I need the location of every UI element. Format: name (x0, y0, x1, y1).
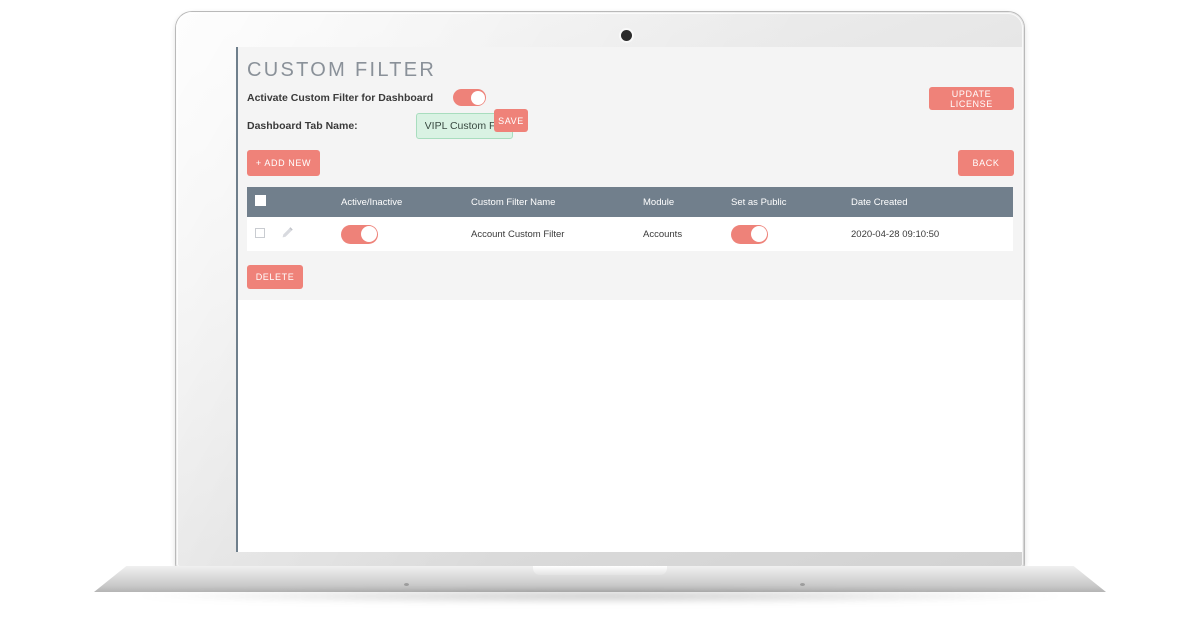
delete-button[interactable]: DELETE (247, 265, 303, 289)
toggle-knob (470, 90, 485, 105)
column-header-edit (281, 187, 341, 217)
save-button[interactable]: SAVE (494, 109, 528, 132)
column-header-created[interactable]: Date Created (851, 187, 1013, 217)
column-header-select (247, 187, 281, 217)
row-checkbox[interactable] (255, 227, 265, 238)
row-public-cell (731, 217, 851, 251)
laptop-mockup: CUSTOM FILTER Activate Custom Filter for… (0, 0, 1200, 630)
dashboard-tab-name-row: Dashboard Tab Name: (247, 113, 513, 139)
column-header-module[interactable]: Module (643, 187, 731, 217)
activate-filter-row: Activate Custom Filter for Dashboard (247, 89, 487, 106)
pencil-icon[interactable] (281, 226, 294, 242)
row-select-cell (247, 217, 281, 251)
laptop-base-foot (800, 583, 805, 586)
add-new-button[interactable]: + ADD NEW (247, 150, 320, 176)
column-header-active[interactable]: Active/Inactive (341, 187, 471, 217)
toggle-knob (750, 226, 767, 242)
activate-filter-label: Activate Custom Filter for Dashboard (247, 91, 434, 104)
table-body: Account Custom Filter Accounts 2020-04-2… (247, 217, 1013, 251)
row-public-toggle[interactable] (731, 224, 768, 244)
dashboard-tab-name-label: Dashboard Tab Name: (247, 120, 358, 132)
custom-filters-table: Active/Inactive Custom Filter Name Modul… (247, 187, 1013, 251)
activate-filter-toggle[interactable] (453, 89, 487, 106)
back-button[interactable]: BACK (958, 150, 1014, 176)
page-title: CUSTOM FILTER (247, 59, 437, 81)
table-row[interactable]: Account Custom Filter Accounts 2020-04-2… (247, 217, 1013, 251)
row-filter-name: Account Custom Filter (471, 217, 643, 251)
row-active-cell (341, 217, 471, 251)
column-header-public[interactable]: Set as Public (731, 187, 851, 217)
row-date-created: 2020-04-28 09:10:50 (851, 217, 1013, 251)
table-header-row: Active/Inactive Custom Filter Name Modul… (247, 187, 1013, 217)
row-edit-cell (281, 217, 341, 251)
table-header: Active/Inactive Custom Filter Name Modul… (247, 187, 1013, 217)
column-header-name[interactable]: Custom Filter Name (471, 187, 643, 217)
select-all-checkbox[interactable] (255, 195, 266, 206)
row-active-toggle[interactable] (341, 224, 378, 244)
webcam-icon (621, 30, 632, 41)
laptop-shadow (140, 588, 1060, 604)
screen-viewport: CUSTOM FILTER Activate Custom Filter for… (236, 47, 1022, 552)
laptop-base-notch (533, 566, 667, 575)
update-license-button[interactable]: UPDATE LICENSE (929, 87, 1014, 110)
laptop-base-foot (404, 583, 409, 586)
toggle-knob (360, 226, 377, 242)
row-module: Accounts (643, 217, 731, 251)
app-content-panel: CUSTOM FILTER Activate Custom Filter for… (238, 47, 1022, 300)
